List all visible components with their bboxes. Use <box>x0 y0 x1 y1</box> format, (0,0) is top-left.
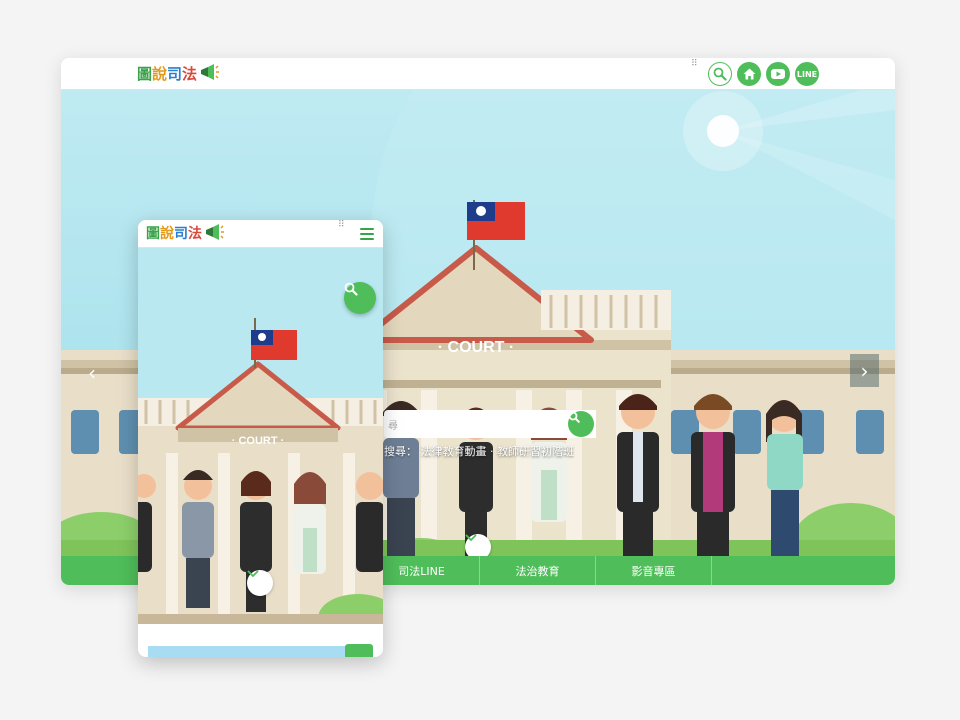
search-icon <box>568 411 580 423</box>
logo-char: 圖 <box>146 226 160 242</box>
mobile-header: 圖 說 司 法 ⠿ <box>138 220 383 248</box>
accessibility-dots[interactable]: ⠿ <box>691 60 699 69</box>
megaphone-icon <box>204 223 224 245</box>
hot-keywords[interactable]: 搜尋： 法律教育動畫 · 教師研習初階班 <box>384 443 574 459</box>
search-placeholder: 尋 <box>388 420 398 432</box>
nav-item-media[interactable]: 影音專區 <box>595 556 711 585</box>
nav-divider <box>711 556 712 585</box>
logo-char: 圖 <box>137 65 153 83</box>
logo-char: 司 <box>167 65 183 83</box>
scroll-down-button[interactable] <box>247 570 273 596</box>
court-sign: · COURT · <box>438 339 514 356</box>
hero-search-input[interactable]: 尋 <box>384 410 596 438</box>
carousel-prev-button[interactable]: ‹ <box>81 356 103 390</box>
search-icon[interactable] <box>708 62 732 86</box>
person <box>617 394 659 556</box>
home-icon[interactable] <box>737 62 761 86</box>
accessibility-dots[interactable]: ⠿ <box>338 221 346 230</box>
header-icon-group: LINE <box>708 62 819 86</box>
logo-char: 法 <box>182 65 198 83</box>
site-header: 圖 說 司 法 ⠿ LINE <box>61 58 895 90</box>
line-icon[interactable]: LINE <box>795 62 819 86</box>
person <box>356 472 383 572</box>
mobile-preview: 圖 說 司 法 ⠿ · COURT · <box>138 220 383 657</box>
person <box>294 472 326 574</box>
carousel-next-button[interactable]: › <box>850 354 879 387</box>
mobile-search-button[interactable] <box>344 282 376 314</box>
person <box>766 400 803 556</box>
mobile-hero: · COURT · <box>138 248 383 624</box>
logo-char: 說 <box>160 226 174 242</box>
hamburger-menu-icon[interactable] <box>360 228 374 240</box>
person <box>691 394 735 556</box>
megaphone-icon <box>199 63 220 85</box>
person <box>182 470 214 608</box>
line-label: LINE <box>796 69 818 79</box>
nav-item-education[interactable]: 法治教育 <box>479 556 595 585</box>
logo-char: 司 <box>174 226 188 242</box>
youtube-icon[interactable] <box>766 62 790 86</box>
mobile-search-input[interactable] <box>148 646 348 657</box>
court-sign: · COURT · <box>232 435 285 447</box>
site-logo[interactable]: 圖 說 司 法 <box>137 63 220 85</box>
chevron-down-icon <box>247 570 259 578</box>
mobile-logo[interactable]: 圖 說 司 法 <box>146 224 224 244</box>
search-icon <box>344 282 358 296</box>
logo-char: 法 <box>188 226 202 242</box>
mobile-bottom-button[interactable] <box>345 644 373 657</box>
hero-search-button[interactable] <box>568 411 594 437</box>
scroll-down-button[interactable] <box>465 534 491 556</box>
chevron-down-icon <box>465 534 477 542</box>
logo-char: 說 <box>152 65 168 83</box>
